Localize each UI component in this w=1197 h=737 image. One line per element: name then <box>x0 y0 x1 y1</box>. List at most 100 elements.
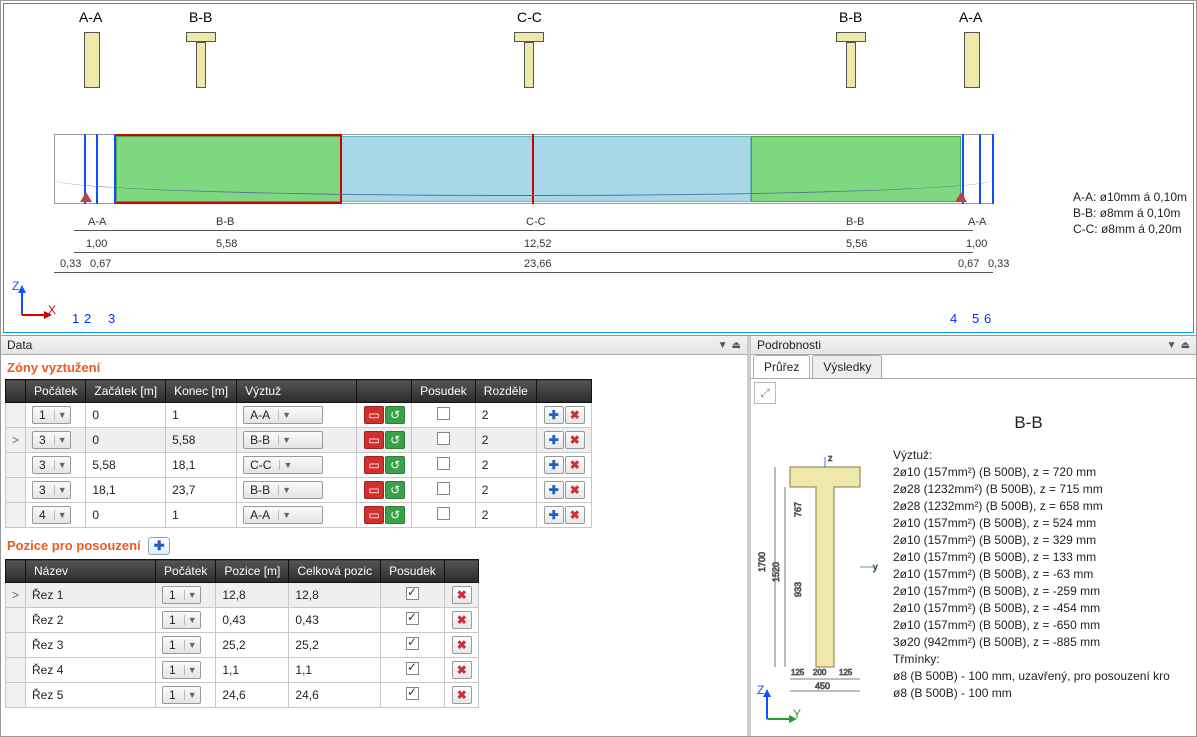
pin-icon[interactable]: ⏏ <box>1181 340 1190 351</box>
col-header[interactable] <box>357 380 412 403</box>
dim-label: C-C <box>524 216 548 228</box>
table-row[interactable]: Řez 31▼25,225,2✖ <box>6 633 479 658</box>
table-row[interactable]: Řez 51▼24,624,6✖ <box>6 683 479 708</box>
col-header[interactable]: Pozice [m] <box>216 560 289 583</box>
refresh-button[interactable]: ↺ <box>385 456 405 474</box>
remove-button[interactable]: ✖ <box>452 636 472 654</box>
col-header[interactable]: Název <box>26 560 156 583</box>
reinf-combo[interactable]: A-A▼ <box>243 506 323 524</box>
remove-button[interactable]: ✖ <box>452 586 472 604</box>
add-button[interactable]: ✚ <box>544 431 564 449</box>
table-row[interactable]: Řez 21▼0,430,43✖ <box>6 608 479 633</box>
origin-combo[interactable]: 1▼ <box>162 611 201 629</box>
remove-button[interactable]: ✖ <box>565 506 585 524</box>
col-header[interactable]: Posudek <box>381 560 445 583</box>
remove-button[interactable]: ✖ <box>565 481 585 499</box>
svg-text:1700: 1700 <box>757 552 767 572</box>
remove-button[interactable]: ✖ <box>452 611 472 629</box>
delete-button[interactable]: ▭ <box>364 406 384 424</box>
zones-table[interactable]: Počátek Začátek [m] Konec [m] Výztuž Pos… <box>5 379 592 528</box>
check-checkbox[interactable] <box>406 587 419 600</box>
pane-title: Data <box>7 338 714 352</box>
table-row[interactable]: >Řez 11▼12,812,8✖ <box>6 583 479 608</box>
col-header[interactable]: Začátek [m] <box>86 380 166 403</box>
origin-combo[interactable]: 3▼ <box>32 456 71 474</box>
refresh-button[interactable]: ↺ <box>385 406 405 424</box>
origin-combo[interactable]: 3▼ <box>32 481 71 499</box>
node-number: 2 <box>84 311 91 326</box>
tab-results[interactable]: Výsledky <box>812 355 882 378</box>
svg-text:z: z <box>828 453 833 463</box>
col-header[interactable]: Konec [m] <box>166 380 237 403</box>
check-checkbox[interactable] <box>406 612 419 625</box>
col-header[interactable]: Počátek <box>26 380 86 403</box>
dropdown-icon[interactable]: ▼ <box>718 340 728 351</box>
dim-label: B-B <box>844 216 866 228</box>
remove-button[interactable]: ✖ <box>452 686 472 704</box>
reinf-combo[interactable]: B-B▼ <box>243 481 323 499</box>
add-button[interactable]: ✚ <box>544 456 564 474</box>
add-button[interactable]: ✚ <box>544 406 564 424</box>
remove-button[interactable]: ✖ <box>565 431 585 449</box>
col-header[interactable]: Výztuž <box>237 380 357 403</box>
table-row[interactable]: 3▼5,5818,1C-C▼▭↺2✚✖ <box>6 453 592 478</box>
add-position-button[interactable]: ✚ <box>148 537 170 555</box>
check-checkbox[interactable] <box>437 432 450 445</box>
check-checkbox[interactable] <box>406 662 419 675</box>
origin-combo[interactable]: 1▼ <box>162 586 201 604</box>
delete-button[interactable]: ▭ <box>364 431 384 449</box>
check-checkbox[interactable] <box>437 507 450 520</box>
reinf-combo[interactable]: B-B▼ <box>243 431 323 449</box>
beam-drawing[interactable]: A-A B-B C-C B-B A-A <box>3 3 1194 333</box>
add-button[interactable]: ✚ <box>544 481 564 499</box>
check-checkbox[interactable] <box>437 457 450 470</box>
refresh-button[interactable]: ↺ <box>385 431 405 449</box>
detail-section-name: B-B <box>751 407 1196 443</box>
remove-button[interactable]: ✖ <box>565 406 585 424</box>
section-icon-aa <box>84 32 100 88</box>
svg-text:125: 125 <box>839 668 853 677</box>
expand-icon[interactable]: ⤢ <box>754 382 776 404</box>
tab-section[interactable]: Průřez <box>753 355 810 378</box>
col-header[interactable] <box>444 560 478 583</box>
reinf-combo[interactable]: A-A▼ <box>243 406 323 424</box>
table-row[interactable]: 4▼01A-A▼▭↺2✚✖ <box>6 503 592 528</box>
origin-combo[interactable]: 1▼ <box>162 661 201 679</box>
origin-combo[interactable]: 1▼ <box>162 636 201 654</box>
svg-text:450: 450 <box>815 681 830 691</box>
table-row[interactable]: >3▼05,58B-B▼▭↺2✚✖ <box>6 428 592 453</box>
svg-text:y: y <box>873 562 878 572</box>
check-checkbox[interactable] <box>437 407 450 420</box>
reinf-combo[interactable]: C-C▼ <box>243 456 323 474</box>
dropdown-icon[interactable]: ▼ <box>1167 340 1177 351</box>
remove-button[interactable]: ✖ <box>452 661 472 679</box>
origin-combo[interactable]: 1▼ <box>162 686 201 704</box>
add-button[interactable]: ✚ <box>544 506 564 524</box>
check-checkbox[interactable] <box>437 482 450 495</box>
pin-icon[interactable]: ⏏ <box>732 340 741 351</box>
check-checkbox[interactable] <box>406 687 419 700</box>
col-header[interactable]: Posudek <box>412 380 476 403</box>
delete-button[interactable]: ▭ <box>364 481 384 499</box>
origin-combo[interactable]: 4▼ <box>32 506 71 524</box>
origin-combo[interactable]: 3▼ <box>32 431 71 449</box>
refresh-button[interactable]: ↺ <box>385 481 405 499</box>
col-header[interactable]: Rozděle <box>475 380 536 403</box>
table-row[interactable]: 3▼18,123,7B-B▼▭↺2✚✖ <box>6 478 592 503</box>
col-header[interactable]: Celková pozic <box>289 560 381 583</box>
positions-table[interactable]: Název Počátek Pozice [m] Celková pozic P… <box>5 559 479 708</box>
refresh-button[interactable]: ↺ <box>385 506 405 524</box>
delete-button[interactable]: ▭ <box>364 456 384 474</box>
col-header[interactable]: Počátek <box>156 560 216 583</box>
svg-text:125: 125 <box>791 668 805 677</box>
check-checkbox[interactable] <box>406 637 419 650</box>
table-row[interactable]: Řez 41▼1,11,1✖ <box>6 658 479 683</box>
table-row[interactable]: 1▼01A-A▼▭↺2✚✖ <box>6 403 592 428</box>
col-header[interactable] <box>536 380 591 403</box>
remove-button[interactable]: ✖ <box>565 456 585 474</box>
delete-button[interactable]: ▭ <box>364 506 384 524</box>
svg-text:767: 767 <box>793 502 803 517</box>
pane-header-details[interactable]: Podrobnosti ▼ ⏏ <box>751 336 1196 355</box>
pane-header-data[interactable]: Data ▼ ⏏ <box>1 336 747 355</box>
origin-combo[interactable]: 1▼ <box>32 406 71 424</box>
